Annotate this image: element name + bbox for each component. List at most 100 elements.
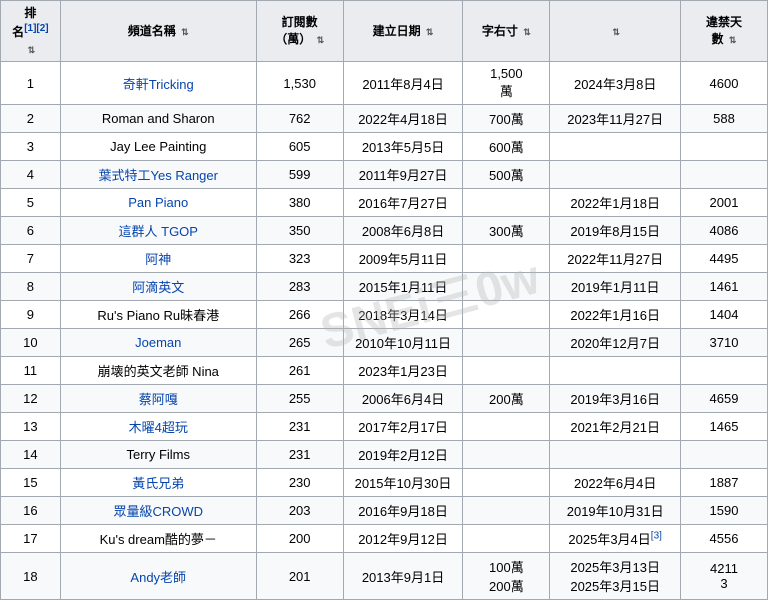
cell-name: Jay Lee Painting [60, 133, 256, 161]
cell-created: 2019年2月12日 [343, 441, 463, 469]
cell-name[interactable]: 黃氏兄弟 [60, 469, 256, 497]
cell-subs: 283 [256, 273, 343, 301]
cell-name[interactable]: 蔡阿嘎 [60, 385, 256, 413]
sort-arrows-subs[interactable]: ⇅ [317, 34, 325, 47]
cell-name[interactable]: Andy老師 [60, 553, 256, 600]
cell-name[interactable]: 這群人 TGOP [60, 217, 256, 245]
cell-created: 2012年9月12日 [343, 525, 463, 553]
cell-subs: 762 [256, 105, 343, 133]
cell-subcount: 200萬 [463, 385, 550, 413]
channel-link[interactable]: 眾量級CROWD [113, 504, 203, 519]
channel-link[interactable]: 蔡阿嘎 [139, 392, 178, 407]
channel-link[interactable]: 阿滴英文 [132, 280, 184, 295]
cell-days [680, 161, 767, 189]
cell-name[interactable]: 眾量級CROWD [60, 497, 256, 525]
channel-link[interactable]: Andy老師 [130, 570, 186, 585]
table-row: 12蔡阿嘎2552006年6月4日200萬2019年3月16日4659 [1, 385, 768, 413]
cell-date2: 2024年3月8日 [550, 62, 681, 105]
cell-subcount: 1,500萬 [463, 62, 550, 105]
sort-arrows-name[interactable]: ⇅ [181, 26, 189, 39]
cell-created: 2022年4月18日 [343, 105, 463, 133]
cell-subs: 231 [256, 441, 343, 469]
cell-date2 [550, 357, 681, 385]
channel-link[interactable]: 木曜4超玩 [129, 420, 188, 435]
header-created: 建立日期 ⇅ [343, 1, 463, 62]
cell-created: 2023年1月23日 [343, 357, 463, 385]
cell-days: 588 [680, 105, 767, 133]
table-row: 13木曜4超玩2312017年2月17日2021年2月21日1465 [1, 413, 768, 441]
cell-subcount [463, 329, 550, 357]
sort-arrows-rank[interactable]: ⇅ [28, 44, 36, 57]
cell-date2: 2021年2月21日 [550, 413, 681, 441]
cell-days: 2001 [680, 189, 767, 217]
cell-subs: 599 [256, 161, 343, 189]
cell-subcount [463, 245, 550, 273]
cell-subcount [463, 273, 550, 301]
cell-created: 2015年10月30日 [343, 469, 463, 497]
cell-date2: 2025年3月4日[3] [550, 525, 681, 553]
cell-name: Terry Films [60, 441, 256, 469]
channel-link[interactable]: 葉式特工Yes Ranger [99, 168, 218, 183]
main-table: 排名[1][2] ⇅ 頻道名稱 ⇅ 訂閱數（萬） ⇅ 建立日期 ⇅ [0, 0, 768, 600]
channel-link[interactable]: 奇軒Tricking [123, 77, 194, 92]
cell-subcount: 500萬 [463, 161, 550, 189]
cell-created: 2013年5月5日 [343, 133, 463, 161]
cell-subs: 380 [256, 189, 343, 217]
cell-created: 2010年10月11日 [343, 329, 463, 357]
cell-rank: 7 [1, 245, 61, 273]
cell-name[interactable]: 奇軒Tricking [60, 62, 256, 105]
cell-days: 4495 [680, 245, 767, 273]
header-name: 頻道名稱 ⇅ [60, 1, 256, 62]
header-subcount: 字右寸 ⇅ [463, 1, 550, 62]
sort-arrows-days[interactable]: ⇅ [729, 34, 737, 47]
table-row: 14Terry Films2312019年2月12日 [1, 441, 768, 469]
cell-rank: 15 [1, 469, 61, 497]
cell-date2: 2022年11月27日 [550, 245, 681, 273]
table-row: 9Ru's Piano Ru昧春港2662018年3月14日2022年1月16日… [1, 301, 768, 329]
channel-link[interactable]: Joeman [135, 335, 181, 350]
cell-created: 2011年9月27日 [343, 161, 463, 189]
cell-days [680, 441, 767, 469]
table-row: 17Ku's dream酷的夢－2002012年9月12日2025年3月4日[3… [1, 525, 768, 553]
cell-name[interactable]: 葉式特工Yes Ranger [60, 161, 256, 189]
header-rank: 排名[1][2] ⇅ [1, 1, 61, 62]
cell-rank: 11 [1, 357, 61, 385]
header-days: 違禁天數 ⇅ [680, 1, 767, 62]
cell-subs: 605 [256, 133, 343, 161]
cell-name[interactable]: 木曜4超玩 [60, 413, 256, 441]
table-row: 2Roman and Sharon7622022年4月18日700萬2023年1… [1, 105, 768, 133]
cell-created: 2015年1月11日 [343, 273, 463, 301]
cell-created: 2008年6月8日 [343, 217, 463, 245]
channel-link[interactable]: 阿神 [145, 252, 171, 267]
cell-subs: 261 [256, 357, 343, 385]
cell-subs: 230 [256, 469, 343, 497]
cell-subcount [463, 357, 550, 385]
cell-date2 [550, 441, 681, 469]
cell-created: 2009年5月11日 [343, 245, 463, 273]
cell-rank: 1 [1, 62, 61, 105]
sort-arrows-created[interactable]: ⇅ [426, 26, 434, 39]
channel-link[interactable]: Pan Piano [128, 195, 188, 210]
cell-name[interactable]: 阿滴英文 [60, 273, 256, 301]
cell-subs: 266 [256, 301, 343, 329]
cell-days [680, 133, 767, 161]
cell-date2: 2025年3月13日2025年3月15日 [550, 553, 681, 600]
cell-rank: 4 [1, 161, 61, 189]
cell-rank: 16 [1, 497, 61, 525]
table-row: 1奇軒Tricking1,5302011年8月4日1,500萬2024年3月8日… [1, 62, 768, 105]
cell-name[interactable]: 阿神 [60, 245, 256, 273]
sort-arrows-date2[interactable]: ⇅ [612, 26, 620, 39]
cell-name[interactable]: Joeman [60, 329, 256, 357]
cell-subs: 255 [256, 385, 343, 413]
sort-arrows-subcount[interactable]: ⇅ [523, 26, 531, 39]
cell-subcount [463, 525, 550, 553]
cell-rank: 5 [1, 189, 61, 217]
cell-rank: 8 [1, 273, 61, 301]
channel-link[interactable]: 這群人 TGOP [119, 224, 198, 239]
cell-date2: 2022年6月4日 [550, 469, 681, 497]
cell-days: 4556 [680, 525, 767, 553]
cell-days: 1404 [680, 301, 767, 329]
table-container: 排名[1][2] ⇅ 頻道名稱 ⇅ 訂閱數（萬） ⇅ 建立日期 ⇅ [0, 0, 768, 600]
channel-link[interactable]: 黃氏兄弟 [132, 476, 184, 491]
cell-name[interactable]: Pan Piano [60, 189, 256, 217]
